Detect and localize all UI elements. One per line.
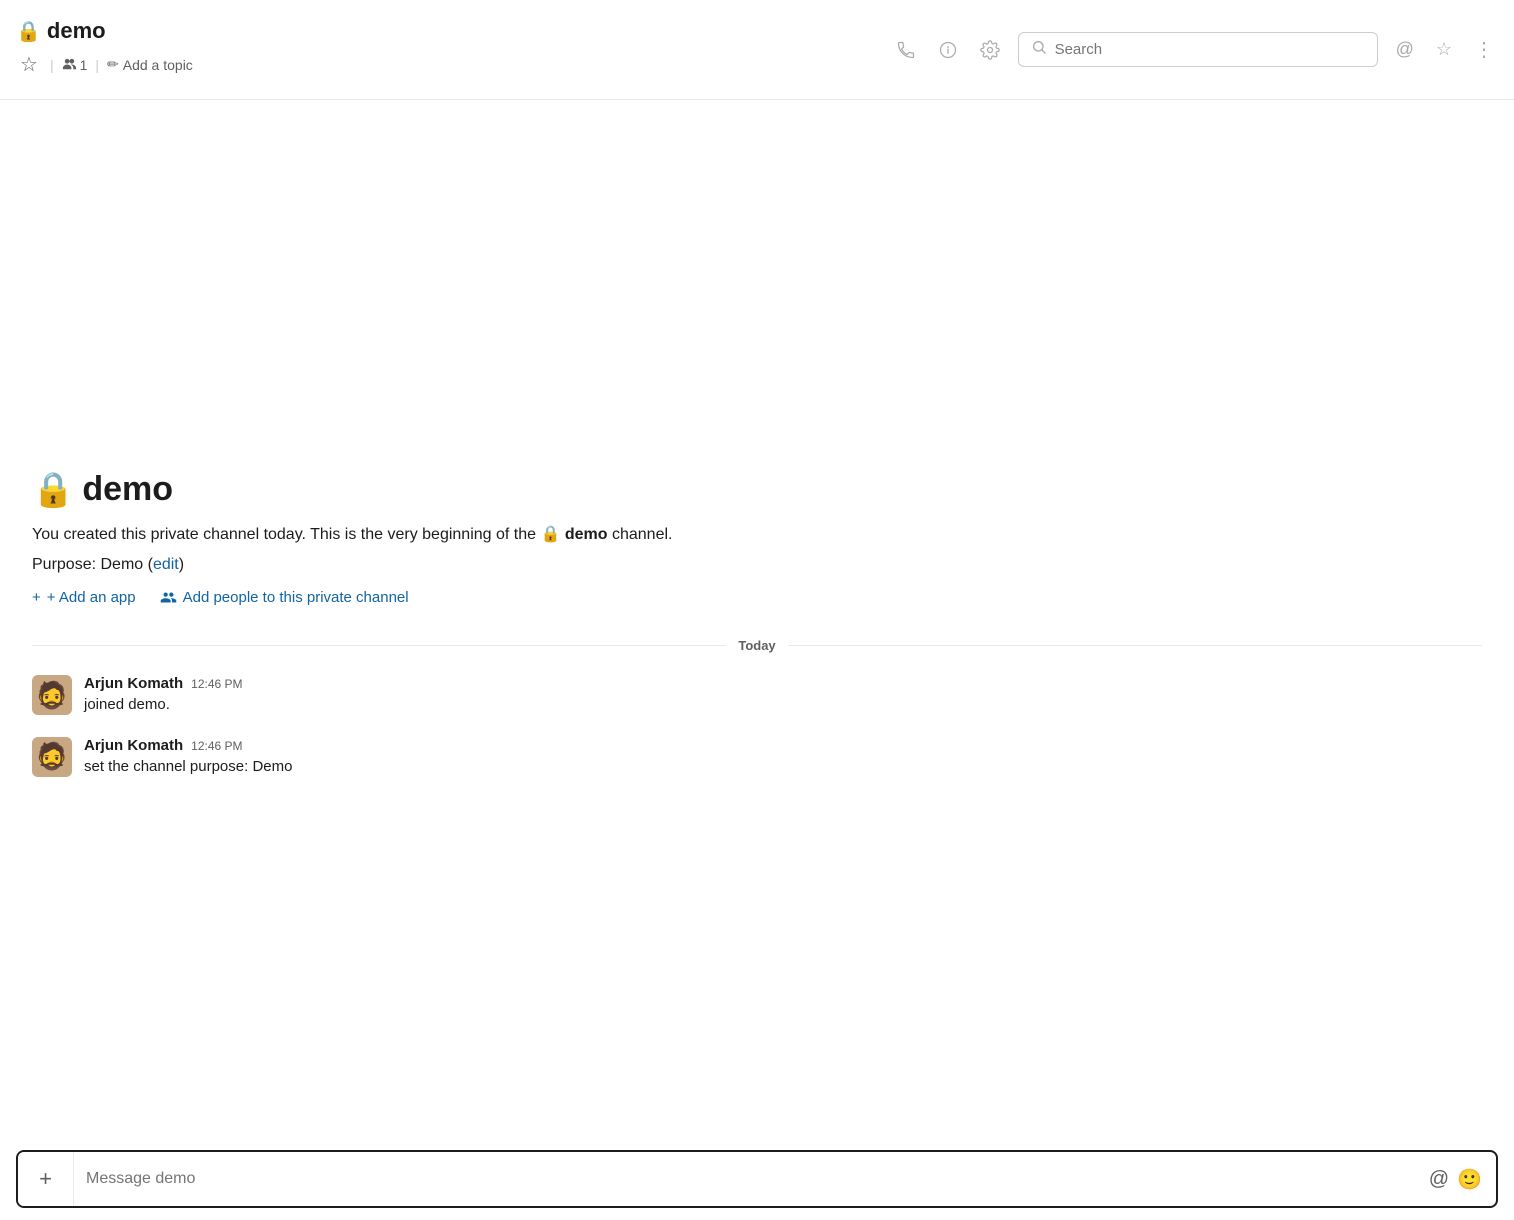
plus-icon: + — [32, 589, 41, 606]
add-topic-link[interactable]: ✏ Add a topic — [107, 56, 193, 73]
search-box — [1018, 32, 1378, 67]
gear-icon — [980, 40, 1000, 60]
channel-intro-desc: You created this private channel today. … — [32, 522, 1482, 548]
at-button[interactable]: @ — [1392, 35, 1418, 64]
pencil-icon: ✏ — [107, 56, 119, 73]
channel-intro-name: demo — [82, 470, 173, 509]
message-body: Arjun Komath 12:46 PM set the channel pu… — [84, 737, 292, 779]
add-person-icon — [160, 589, 177, 606]
add-app-label: + Add an app — [47, 589, 136, 606]
message-header: Arjun Komath 12:46 PM — [84, 675, 243, 692]
add-people-button[interactable]: Add people to this private channel — [160, 589, 409, 606]
divider2: | — [95, 57, 99, 73]
add-app-button[interactable]: + + Add an app — [32, 589, 136, 606]
desc-start: You created this private channel today. … — [32, 526, 536, 543]
input-at-button[interactable]: @ — [1429, 1168, 1449, 1191]
call-icon — [896, 40, 916, 60]
emoji-button[interactable]: 🙂 — [1457, 1167, 1482, 1192]
more-icon: ⋮ — [1474, 37, 1494, 62]
favorite-button[interactable]: ☆ — [1432, 35, 1456, 64]
info-icon — [938, 40, 958, 60]
input-plus-button[interactable]: + — [18, 1152, 74, 1206]
message-sender: Arjun Komath — [84, 675, 183, 692]
purpose-label: Purpose: Demo ( — [32, 556, 153, 573]
bottom-spacer — [0, 792, 1514, 1138]
message-input-area: + @ 🙂 — [0, 1138, 1514, 1220]
call-button[interactable] — [892, 36, 920, 64]
message-header: Arjun Komath 12:46 PM — [84, 737, 292, 754]
divider-line-left — [32, 645, 726, 646]
header-meta-row: ☆ | 1 | ✏ Add a topic — [16, 48, 892, 81]
message-input[interactable] — [74, 1152, 1415, 1206]
people-icon — [62, 57, 77, 72]
table-row: 🧔 Arjun Komath 12:46 PM joined demo. — [32, 669, 1482, 723]
settings-button[interactable] — [976, 36, 1004, 64]
date-divider: Today — [0, 622, 1514, 669]
search-icon — [1031, 39, 1047, 60]
desc-end: channel. — [612, 526, 673, 543]
star-button[interactable]: ☆ — [16, 48, 42, 81]
channel-intro: 🔒 demo You created this private channel … — [0, 446, 1514, 622]
message-body: Arjun Komath 12:46 PM joined demo. — [84, 675, 243, 717]
message-time: 12:46 PM — [191, 677, 242, 691]
divider-line-right — [788, 645, 1482, 646]
star-icon: ☆ — [20, 52, 38, 77]
info-button[interactable] — [934, 36, 962, 64]
search-input[interactable] — [1055, 41, 1365, 58]
header-title-row: 🔒 demo — [16, 18, 892, 44]
header-left: 🔒 demo ☆ | 1 | ✏ Add a topic — [16, 18, 892, 81]
table-row: 🧔 Arjun Komath 12:46 PM set the channel … — [32, 731, 1482, 785]
avatar: 🧔 — [32, 675, 72, 715]
at-icon: @ — [1429, 1168, 1449, 1191]
input-right-icons: @ 🙂 — [1415, 1167, 1496, 1192]
main-content: 🔒 demo You created this private channel … — [0, 100, 1514, 1138]
top-spacer — [0, 100, 1514, 446]
channel-purpose: Purpose: Demo (edit) — [32, 552, 1482, 578]
lock-inline: 🔒 — [540, 526, 560, 543]
message-sender: Arjun Komath — [84, 737, 183, 754]
emoji-icon: 🙂 — [1457, 1167, 1482, 1192]
avatar: 🧔 — [32, 737, 72, 777]
purpose-close: ) — [179, 556, 184, 573]
message-input-box: + @ 🙂 — [16, 1150, 1498, 1208]
message-time: 12:46 PM — [191, 739, 242, 753]
more-button[interactable]: ⋮ — [1470, 33, 1498, 66]
header: 🔒 demo ☆ | 1 | ✏ Add a topic — [0, 0, 1514, 100]
people-count: 1 — [62, 57, 88, 73]
message-text: set the channel purpose: Demo — [84, 756, 292, 779]
favorite-icon: ☆ — [1436, 39, 1452, 60]
channel-bold: demo — [565, 526, 608, 543]
edit-link[interactable]: edit — [153, 556, 179, 573]
add-people-label: Add people to this private channel — [183, 589, 409, 606]
plus-icon: + — [39, 1166, 52, 1192]
message-text: joined demo. — [84, 694, 243, 717]
lock-icon-intro: 🔒 — [32, 470, 74, 510]
lock-icon: 🔒 — [16, 19, 41, 44]
messages-container: 🧔 Arjun Komath 12:46 PM joined demo. 🧔 A… — [0, 669, 1514, 792]
people-count-number: 1 — [80, 57, 88, 73]
channel-actions: + + Add an app Add people to this privat… — [32, 589, 1482, 606]
add-topic-label: Add a topic — [123, 57, 193, 73]
at-icon: @ — [1396, 39, 1414, 60]
channel-intro-title: 🔒 demo — [32, 470, 1482, 510]
channel-name: demo — [47, 18, 106, 44]
date-label: Today — [738, 638, 775, 653]
header-right: @ ☆ ⋮ — [892, 32, 1498, 67]
divider: | — [50, 57, 54, 73]
